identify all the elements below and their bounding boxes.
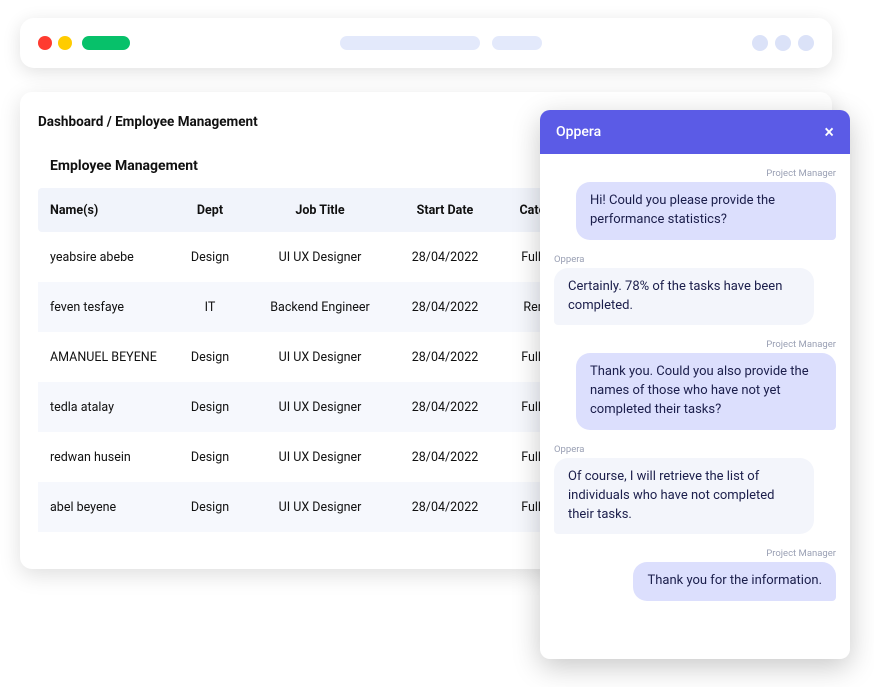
placeholder-block bbox=[340, 36, 480, 50]
toolbar-dot-icon bbox=[775, 35, 791, 51]
toolbar-dot-icon bbox=[798, 35, 814, 51]
col-start: Start Date bbox=[390, 203, 500, 218]
cell-name: tedla atalay bbox=[50, 400, 170, 415]
cell-name: AMANUEL BEYENE bbox=[50, 350, 170, 365]
cell-title: Backend Engineer bbox=[250, 300, 390, 315]
sender-label: Project Manager bbox=[554, 548, 836, 559]
maximize-window-icon[interactable] bbox=[82, 36, 130, 50]
cell-dept: Design bbox=[170, 450, 250, 465]
sender-label: Project Manager bbox=[554, 339, 836, 350]
cell-title: UI UX Designer bbox=[250, 500, 390, 515]
cell-title: UI UX Designer bbox=[250, 400, 390, 415]
browser-chrome bbox=[20, 18, 832, 68]
close-window-icon[interactable] bbox=[38, 36, 52, 50]
window-controls bbox=[38, 36, 130, 50]
chat-message: Project Manager Thank you. Could you also… bbox=[554, 339, 836, 430]
cell-dept: Design bbox=[170, 400, 250, 415]
chat-header: Oppera × bbox=[540, 110, 850, 154]
cell-title: UI UX Designer bbox=[250, 350, 390, 365]
cell-start: 28/04/2022 bbox=[390, 500, 500, 515]
sender-label: Oppera bbox=[554, 444, 836, 455]
cell-name: feven tesfaye bbox=[50, 300, 170, 315]
toolbar-dot-icon bbox=[752, 35, 768, 51]
col-title: Job Title bbox=[250, 203, 390, 218]
manager-bubble: Thank you for the information. bbox=[633, 562, 836, 601]
placeholder-block bbox=[492, 36, 542, 50]
sender-label: Oppera bbox=[554, 254, 836, 265]
chat-message: Oppera Of course, I will retrieve the lis… bbox=[554, 444, 836, 535]
oppera-bubble: Certainly. 78% of the tasks have been co… bbox=[554, 268, 814, 326]
toolbar-right bbox=[752, 35, 814, 51]
cell-start: 28/04/2022 bbox=[390, 400, 500, 415]
chat-message: Oppera Certainly. 78% of the tasks have b… bbox=[554, 254, 836, 326]
col-name: Name(s) bbox=[50, 203, 170, 218]
col-dept: Dept bbox=[170, 203, 250, 218]
manager-bubble: Hi! Could you please provide the perform… bbox=[576, 182, 836, 240]
cell-title: UI UX Designer bbox=[250, 450, 390, 465]
chat-message: Project Manager Hi! Could you please prov… bbox=[554, 168, 836, 240]
cell-name: abel beyene bbox=[50, 500, 170, 515]
close-icon[interactable]: × bbox=[824, 122, 834, 143]
sender-label: Project Manager bbox=[554, 168, 836, 179]
cell-start: 28/04/2022 bbox=[390, 250, 500, 265]
chat-title: Oppera bbox=[556, 124, 601, 140]
manager-bubble: Thank you. Could you also provide the na… bbox=[576, 353, 836, 430]
cell-dept: Design bbox=[170, 250, 250, 265]
chat-widget: Oppera × Project Manager Hi! Could you pl… bbox=[540, 110, 850, 659]
cell-start: 28/04/2022 bbox=[390, 300, 500, 315]
cell-title: UI UX Designer bbox=[250, 250, 390, 265]
oppera-bubble: Of course, I will retrieve the list of i… bbox=[554, 458, 814, 535]
cell-name: yeabsire abebe bbox=[50, 250, 170, 265]
address-bar-placeholder bbox=[340, 36, 542, 50]
cell-name: redwan husein bbox=[50, 450, 170, 465]
cell-start: 28/04/2022 bbox=[390, 450, 500, 465]
chat-message: Project Manager Thank you for the informa… bbox=[554, 548, 836, 601]
cell-dept: IT bbox=[170, 300, 250, 315]
cell-dept: Design bbox=[170, 350, 250, 365]
cell-start: 28/04/2022 bbox=[390, 350, 500, 365]
cell-dept: Design bbox=[170, 500, 250, 515]
minimize-window-icon[interactable] bbox=[58, 36, 72, 50]
chat-body: Project Manager Hi! Could you please prov… bbox=[540, 154, 850, 659]
